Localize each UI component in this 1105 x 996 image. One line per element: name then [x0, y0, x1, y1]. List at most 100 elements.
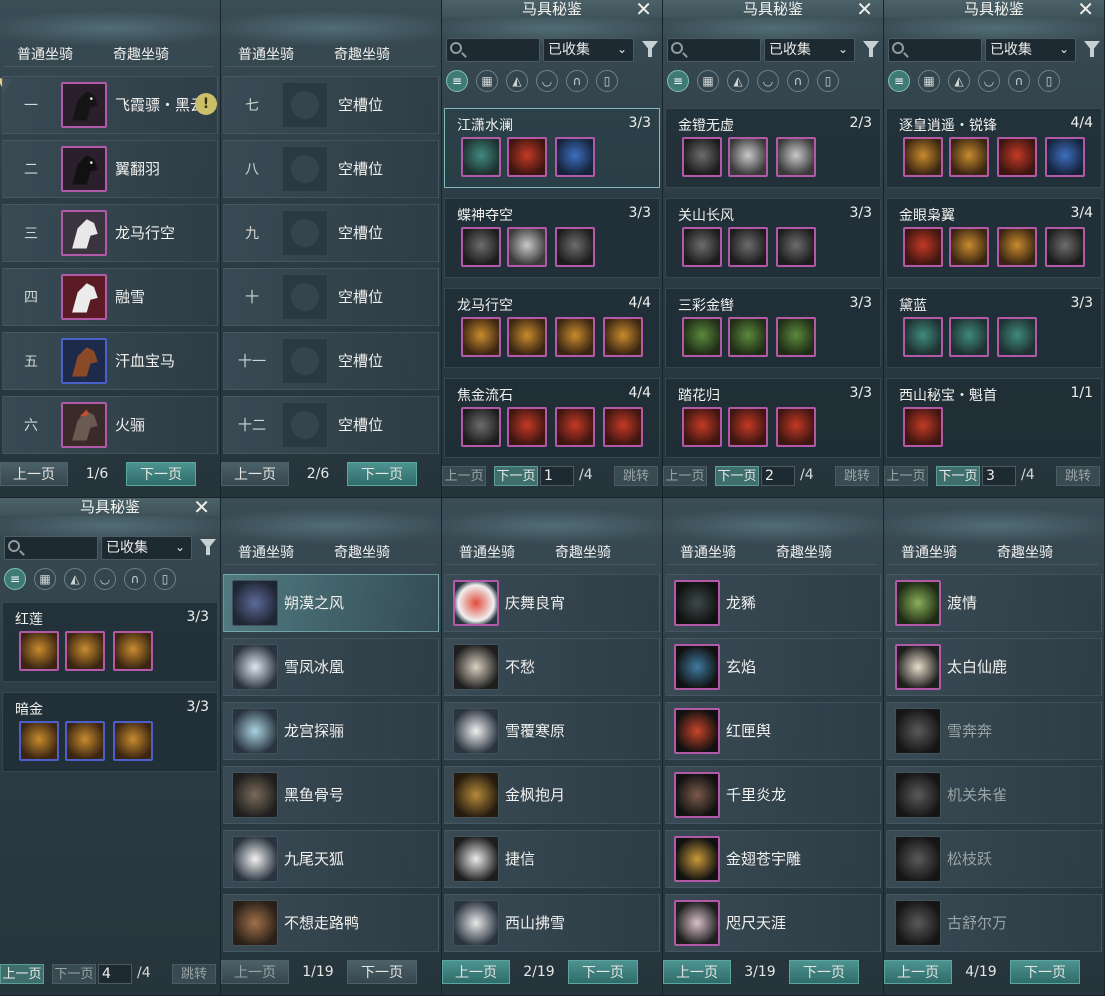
gear-piece-icon[interactable] — [555, 137, 595, 177]
gear-set-card[interactable]: 龙马行空 4/4 — [444, 288, 660, 368]
gear-piece-icon[interactable] — [555, 227, 595, 267]
gear-piece-icon[interactable] — [776, 407, 816, 447]
saddle-icon[interactable]: ◭ — [948, 70, 970, 92]
next-page-button[interactable]: 下一页 — [936, 466, 980, 486]
mount-row[interactable]: 庆舞良宵 — [444, 574, 660, 632]
collection-filter-select[interactable]: 已收集 ⌄ — [101, 536, 192, 560]
saddle-icon[interactable]: ◭ — [64, 568, 86, 590]
mount-row[interactable]: 咫尺天涯 — [665, 894, 881, 952]
gear-piece-icon[interactable] — [65, 721, 105, 761]
gear-piece-icon[interactable] — [776, 317, 816, 357]
gear-piece-icon[interactable] — [776, 227, 816, 267]
mount-row[interactable]: 松枝跃 — [886, 830, 1102, 888]
jump-button[interactable]: 跳转 — [1056, 466, 1100, 486]
prev-page-button[interactable]: 上一页 — [0, 964, 44, 984]
armor-icon[interactable]: ▯ — [596, 70, 618, 92]
mount-row[interactable]: 不想走路鸭 — [223, 894, 439, 952]
jump-button[interactable]: 跳转 — [835, 466, 879, 486]
tab-fun-mounts[interactable]: 奇趣坐骑 — [776, 542, 832, 562]
armor-icon[interactable]: ▯ — [1038, 70, 1060, 92]
gear-piece-icon[interactable] — [461, 137, 501, 177]
horseshoe-icon[interactable]: ∩ — [124, 568, 146, 590]
gear-piece-icon[interactable] — [19, 721, 59, 761]
next-page-button[interactable]: 下一页 — [347, 960, 417, 984]
list-icon[interactable]: ≡ — [4, 568, 26, 590]
prev-page-button[interactable]: 上一页 — [663, 466, 707, 486]
mount-row[interactable]: 不愁 — [444, 638, 660, 696]
mount-row[interactable]: 雪覆寒原 — [444, 702, 660, 760]
jump-button[interactable]: 跳转 — [614, 466, 658, 486]
gear-piece-icon[interactable] — [1045, 137, 1085, 177]
gear-piece-icon[interactable] — [903, 407, 943, 447]
list-icon[interactable]: ≡ — [446, 70, 468, 92]
saddle-icon[interactable]: ◭ — [506, 70, 528, 92]
mount-row[interactable]: 捷信 — [444, 830, 660, 888]
mount-row[interactable]: 渡情 — [886, 574, 1102, 632]
tab-normal-mounts[interactable]: 普通坐骑 — [680, 542, 736, 562]
gear-set-card[interactable]: 黛蓝 3/3 — [886, 288, 1102, 368]
mount-row[interactable]: 黑鱼骨号 — [223, 766, 439, 824]
breastplate-icon[interactable]: ◡ — [757, 70, 779, 92]
armor-icon[interactable]: ▯ — [817, 70, 839, 92]
close-icon[interactable]: ✕ — [856, 0, 873, 21]
alert-icon[interactable]: ! — [195, 93, 217, 115]
collection-filter-select[interactable]: 已收集 ⌄ — [764, 38, 855, 62]
tab-normal-mounts[interactable]: 普通坐骑 — [238, 542, 294, 562]
mount-slot-row[interactable]: 十 空槽位 — [223, 268, 439, 326]
mount-row[interactable]: 千里炎龙 — [665, 766, 881, 824]
prev-page-button[interactable]: 上一页 — [884, 960, 952, 984]
gear-piece-icon[interactable] — [555, 317, 595, 357]
filter-icon[interactable] — [863, 41, 879, 57]
tab-normal-mounts[interactable]: 普通坐骑 — [459, 542, 515, 562]
gear-piece-icon[interactable] — [903, 227, 943, 267]
breastplate-icon[interactable]: ◡ — [94, 568, 116, 590]
jump-button[interactable]: 跳转 — [172, 964, 216, 984]
prev-page-button[interactable]: 上一页 — [442, 466, 486, 486]
gear-piece-icon[interactable] — [903, 317, 943, 357]
prev-page-button[interactable]: 上一页 — [221, 462, 289, 486]
horseshoe-icon[interactable]: ∩ — [787, 70, 809, 92]
filter-icon[interactable] — [642, 41, 658, 57]
mount-slot-row[interactable]: 七 空槽位 — [223, 76, 439, 134]
mount-row[interactable]: 金翅苍宇雕 — [665, 830, 881, 888]
gear-piece-icon[interactable] — [997, 317, 1037, 357]
grid-icon[interactable]: ▦ — [476, 70, 498, 92]
list-icon[interactable]: ≡ — [667, 70, 689, 92]
mount-row[interactable]: 雪奔奔 — [886, 702, 1102, 760]
prev-page-button[interactable]: 上一页 — [221, 960, 289, 984]
mount-row[interactable]: 机关朱雀 — [886, 766, 1102, 824]
gear-piece-icon[interactable] — [19, 631, 59, 671]
mount-slot-row[interactable]: 八 空槽位 — [223, 140, 439, 198]
filter-icon[interactable] — [200, 539, 216, 555]
mount-row[interactable]: 龙宫探骊 — [223, 702, 439, 760]
collection-filter-select[interactable]: 已收集 ⌄ — [543, 38, 634, 62]
mount-slot-row[interactable]: 三 龙马行空 — [2, 204, 218, 262]
gear-piece-icon[interactable] — [461, 317, 501, 357]
mount-row[interactable]: 西山拂雪 — [444, 894, 660, 952]
horseshoe-icon[interactable]: ∩ — [566, 70, 588, 92]
gear-piece-icon[interactable] — [113, 721, 153, 761]
mount-slot-row[interactable]: 十一 空槽位 — [223, 332, 439, 390]
gear-piece-icon[interactable] — [1045, 227, 1085, 267]
gear-piece-icon[interactable] — [603, 317, 643, 357]
gear-piece-icon[interactable] — [113, 631, 153, 671]
next-page-button[interactable]: 下一页 — [789, 960, 859, 984]
gear-piece-icon[interactable] — [555, 407, 595, 447]
armor-icon[interactable]: ▯ — [154, 568, 176, 590]
gear-set-card[interactable]: 关山长风 3/3 — [665, 198, 881, 278]
gear-piece-icon[interactable] — [461, 227, 501, 267]
gear-piece-icon[interactable] — [603, 407, 643, 447]
gear-set-card[interactable]: 逐皇逍遥・锐锋 4/4 — [886, 108, 1102, 188]
close-icon[interactable]: ✕ — [635, 0, 652, 21]
gear-piece-icon[interactable] — [682, 407, 722, 447]
mount-slot-row[interactable]: 五 汗血宝马 — [2, 332, 218, 390]
breastplate-icon[interactable]: ◡ — [536, 70, 558, 92]
prev-page-button[interactable]: 上一页 — [884, 466, 928, 486]
gear-piece-icon[interactable] — [65, 631, 105, 671]
gear-set-card[interactable]: 金镫无虚 2/3 — [665, 108, 881, 188]
next-page-button[interactable]: 下一页 — [1010, 960, 1080, 984]
gear-set-card[interactable]: 暗金 3/3 — [2, 692, 218, 772]
tab-normal-mounts[interactable]: 普通坐骑 — [238, 44, 294, 64]
tab-fun-mounts[interactable]: 奇趣坐骑 — [997, 542, 1053, 562]
gear-piece-icon[interactable] — [682, 317, 722, 357]
